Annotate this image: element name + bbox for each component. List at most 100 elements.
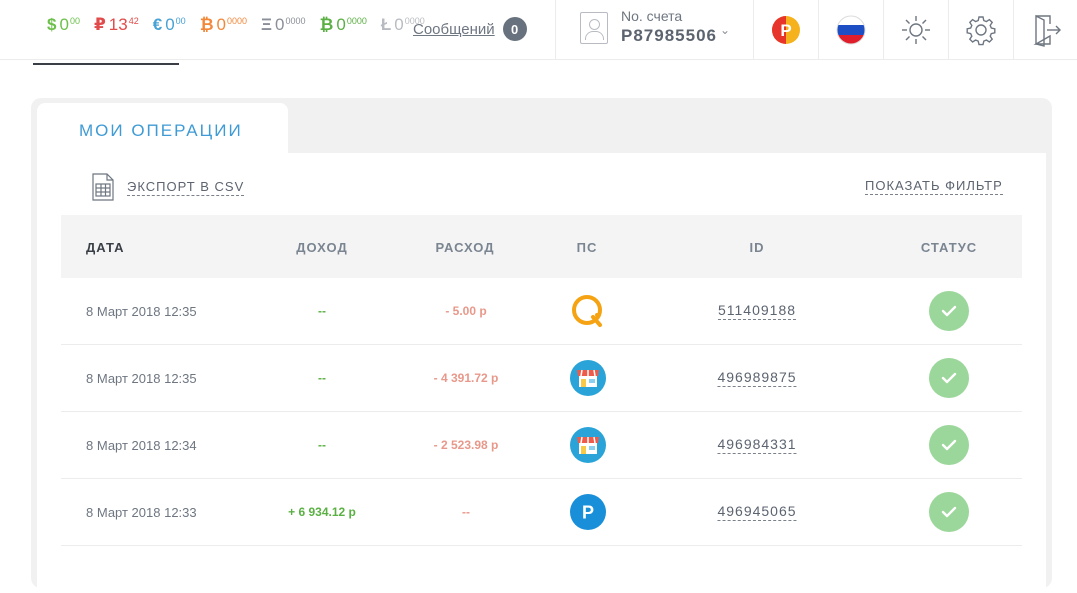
account-label: No. счета: [621, 8, 683, 24]
table-row[interactable]: 8 Март 2018 12:33 + 6 934.12 р -- P 4969…: [61, 479, 1022, 546]
row-income: + 6 934.12 р: [288, 505, 356, 519]
row-id[interactable]: 496945065: [717, 479, 797, 545]
active-tab-indicator: [33, 63, 179, 65]
balance-bch[interactable]: ₿ 0 0000: [320, 14, 367, 36]
payeer-logo-button[interactable]: P: [754, 0, 818, 60]
top-bar: $ 0 00 ₽ 13 42 € 0 00 ₿ 0 0000 Ξ 0 0000 …: [0, 0, 1077, 60]
row-payment-system: [570, 278, 606, 344]
column-header-status: СТАТУС: [920, 240, 978, 255]
russia-flag-icon: [836, 15, 866, 45]
brightness-icon: [902, 16, 930, 44]
balance-amount: 0: [216, 15, 227, 34]
row-payment-system: P: [570, 479, 606, 545]
column-header-income: ДОХОД: [296, 240, 348, 255]
balance-rub[interactable]: ₽ 13 42: [94, 14, 139, 36]
avatar-icon: [580, 11, 608, 44]
row-payment-system: [570, 412, 606, 478]
svg-text:P: P: [582, 503, 594, 523]
currency-symbol: $: [47, 15, 57, 34]
spreadsheet-icon: [92, 173, 114, 201]
row-id[interactable]: 496989875: [717, 345, 797, 411]
shop-icon: [570, 427, 606, 463]
show-filter-link[interactable]: ПОКАЗАТЬ ФИЛЬТР: [865, 178, 1003, 195]
balance-btc[interactable]: ₿ 0 0000: [200, 14, 247, 36]
row-expense: - 2 523.98 р: [433, 438, 499, 452]
divider: [555, 0, 556, 60]
row-expense: - 5.00 р: [445, 304, 487, 318]
row-date: 8 Март 2018 12:35: [86, 370, 197, 386]
svg-text:P: P: [780, 21, 791, 40]
checkmark-icon: [941, 305, 957, 317]
operation-id-link[interactable]: 496989875: [717, 369, 797, 387]
column-header-ps: ПС: [576, 240, 598, 255]
row-date: 8 Март 2018 12:34: [86, 437, 197, 453]
balance-amount: 0: [275, 15, 285, 34]
balance-eur[interactable]: € 0 00: [153, 14, 186, 36]
row-status: [929, 345, 969, 411]
column-header-id: ID: [749, 240, 765, 255]
balance-fraction: 42: [128, 16, 139, 26]
balance-amount: 0: [165, 15, 175, 34]
status-success-badge: [929, 358, 969, 398]
operation-id-link[interactable]: 496945065: [717, 503, 797, 521]
row-income: --: [318, 371, 326, 385]
currency-symbol: Ł: [380, 15, 392, 34]
status-success-badge: [929, 291, 969, 331]
table-row[interactable]: 8 Март 2018 12:34 -- - 2 523.98 р 496984…: [61, 412, 1022, 479]
balance-usd[interactable]: $ 0 00: [47, 14, 80, 36]
account-selector[interactable]: No. счета P87985506 ⌄: [580, 8, 730, 47]
row-income: --: [318, 304, 326, 318]
balance-eth[interactable]: Ξ 0 0000: [261, 14, 305, 36]
theme-toggle-button[interactable]: [884, 0, 948, 60]
tab-label: МОИ ОПЕРАЦИИ: [79, 121, 243, 140]
row-income: --: [318, 438, 326, 452]
currency-symbol: ₽: [93, 15, 106, 34]
export-csv-label[interactable]: ЭКСПОРТ В CSV: [127, 179, 245, 196]
row-id[interactable]: 496984331: [717, 412, 797, 478]
chevron-down-icon[interactable]: ⌄: [720, 23, 730, 37]
shop-icon: [570, 360, 606, 396]
balance-amount: 0: [59, 15, 69, 34]
messages-link[interactable]: Сообщений 0: [413, 17, 527, 41]
payeer-logo-icon: P: [772, 16, 800, 44]
currency-symbol: ₿: [199, 15, 214, 34]
column-header-date: ДАТА: [86, 240, 125, 255]
balance-fraction: 00: [69, 16, 80, 26]
balance-amount: 13: [108, 15, 128, 34]
status-success-badge: [929, 425, 969, 465]
operation-id-link[interactable]: 496984331: [717, 436, 797, 454]
checkmark-icon: [941, 439, 957, 451]
balance-fraction: 0000: [346, 16, 367, 26]
payeer-icon: P: [570, 494, 606, 530]
row-date: 8 Март 2018 12:33: [86, 504, 197, 520]
row-id[interactable]: 511409188: [717, 278, 797, 344]
table-row[interactable]: 8 Март 2018 12:35 -- - 5.00 р 511409188: [61, 278, 1022, 345]
checkmark-icon: [941, 372, 957, 384]
balance-fraction: 0000: [227, 16, 248, 26]
messages-label[interactable]: Сообщений: [413, 21, 495, 38]
qiwi-icon: [572, 295, 602, 327]
table-header: ДАТА ДОХОД РАСХОД ПС ID СТАТУС: [61, 215, 1022, 278]
balances-bar: $ 0 00 ₽ 13 42 € 0 00 ₿ 0 0000 Ξ 0 0000 …: [47, 14, 439, 38]
currency-symbol: Ξ: [261, 15, 272, 34]
currency-symbol: €: [152, 15, 163, 34]
table-row[interactable]: 8 Март 2018 12:35 -- - 4 391.72 р 496989…: [61, 345, 1022, 412]
logout-button[interactable]: [1014, 0, 1077, 60]
currency-symbol: ₿: [319, 15, 334, 34]
language-button[interactable]: [819, 0, 883, 60]
row-expense: --: [462, 505, 470, 519]
balance-fraction: 0000: [285, 16, 306, 26]
tab-my-operations[interactable]: МОИ ОПЕРАЦИИ: [37, 103, 288, 155]
settings-button[interactable]: [949, 0, 1013, 60]
logout-icon: [1033, 14, 1061, 47]
balance-fraction: 00: [175, 16, 186, 26]
column-header-expense: РАСХОД: [435, 240, 495, 255]
checkmark-icon: [941, 506, 957, 518]
account-number: P87985506: [621, 26, 717, 45]
gear-icon: [966, 16, 996, 46]
row-status: [929, 278, 969, 344]
export-csv-button[interactable]: ЭКСПОРТ В CSV: [92, 173, 245, 201]
row-status: [929, 479, 969, 545]
operation-id-link[interactable]: 511409188: [717, 302, 797, 320]
messages-count-badge: 0: [502, 17, 527, 41]
